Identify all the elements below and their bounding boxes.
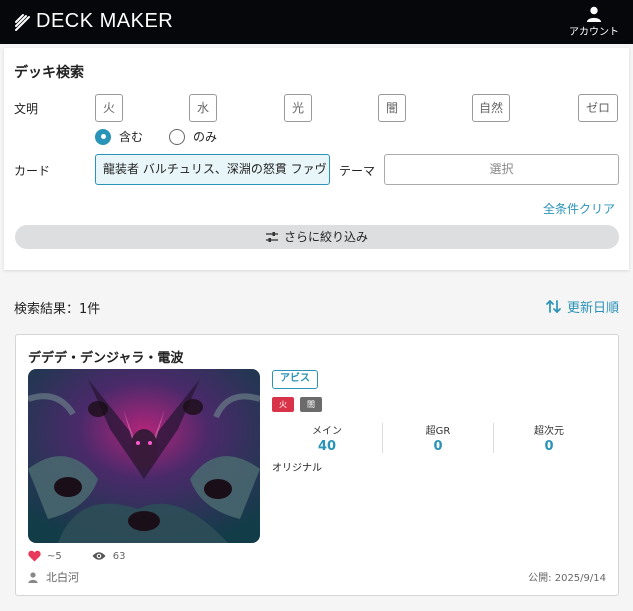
theme-tag[interactable]: アビス xyxy=(272,370,318,389)
theme-label: テーマ xyxy=(339,164,376,178)
civ-button-darkness[interactable]: 闇 xyxy=(378,94,406,122)
civ-button-water[interactable]: 水 xyxy=(189,94,217,122)
account-button[interactable]: アカウント xyxy=(567,6,621,38)
radio-only-dot xyxy=(169,128,185,145)
stat-main-label: メイン xyxy=(312,426,342,437)
sort-button[interactable]: 更新日順 xyxy=(546,297,619,316)
civ-button-nature[interactable]: 自然 xyxy=(472,94,510,122)
logo-text: DECK MAKER xyxy=(36,10,174,32)
radio-include-label: 含む xyxy=(119,130,144,144)
user-icon xyxy=(586,6,602,22)
civ-button-zero[interactable]: ゼロ xyxy=(578,94,618,122)
logo[interactable]: DECK MAKER xyxy=(14,10,173,33)
stat-hyperspatial: 超次元 0 xyxy=(494,422,604,454)
author[interactable]: 北白河 xyxy=(28,569,79,585)
radio-include-dot xyxy=(95,128,111,145)
search-panel: デッキ検索 文明 火 水 光 闇 自然 ゼロ 含む のみ カード 龍装者 バルチ… xyxy=(4,48,629,270)
stat-gr-value: 0 xyxy=(433,439,443,454)
civ-badge-darkness: 闇 xyxy=(300,397,322,412)
eye-icon xyxy=(92,552,106,560)
stat-hyperspatial-label: 超次元 xyxy=(534,426,564,437)
clear-all-link[interactable]: 全条件クリア xyxy=(543,200,615,217)
deck-card[interactable]: デデデ・デンジャラ・電波 アビス 火 闇 メイン 40 超GR 0 超次元 0 … xyxy=(15,334,619,596)
stat-hyperspatial-value: 0 xyxy=(544,439,554,454)
deck-type: オリジナル xyxy=(272,463,322,474)
deck-title[interactable]: デデデ・デンジャラ・電波 xyxy=(28,347,183,366)
views: 63 xyxy=(92,550,126,562)
radio-only-label: のみ xyxy=(193,130,218,144)
card-label: カード xyxy=(14,164,51,178)
refine-label: さらに絞り込み xyxy=(283,230,368,244)
result-count: 検索結果：1件 xyxy=(14,302,101,317)
refine-button[interactable]: さらに絞り込み xyxy=(15,225,619,249)
author-name: 北白河 xyxy=(46,571,79,584)
civ-button-light[interactable]: 光 xyxy=(284,94,312,122)
logo-icon xyxy=(15,13,30,31)
account-label: アカウント xyxy=(569,27,619,38)
stat-main: メイン 40 xyxy=(272,422,382,454)
panel-title: デッキ検索 xyxy=(14,65,84,81)
theme-select[interactable]: 選択 xyxy=(384,154,619,185)
civ-button-fire[interactable]: 火 xyxy=(95,94,123,122)
heart-icon[interactable] xyxy=(28,550,41,562)
sort-label: 更新日順 xyxy=(566,301,619,316)
civ-badge-fire: 火 xyxy=(272,397,294,412)
card-input[interactable]: 龍装者 バルチュリス、深淵の怒貫 ファヴ xyxy=(95,154,330,185)
engagement-row: ~5 63 xyxy=(28,550,125,562)
like-count: ~5 xyxy=(47,550,62,562)
published-date: 公開: 2025/9/14 xyxy=(528,573,606,584)
top-bar: DECK MAKER アカウント xyxy=(0,0,633,44)
deck-image[interactable] xyxy=(28,369,260,543)
radio-only[interactable]: のみ xyxy=(169,128,217,145)
sort-icon xyxy=(546,300,561,313)
stat-gr-label: 超GR xyxy=(425,426,451,437)
civilization-label: 文明 xyxy=(14,102,39,116)
radio-include[interactable]: 含む xyxy=(95,128,143,145)
stat-main-value: 40 xyxy=(317,439,337,454)
user-icon xyxy=(28,571,38,583)
sliders-icon xyxy=(265,232,278,242)
stat-gr: 超GR 0 xyxy=(383,422,493,454)
view-count: 63 xyxy=(112,550,126,562)
